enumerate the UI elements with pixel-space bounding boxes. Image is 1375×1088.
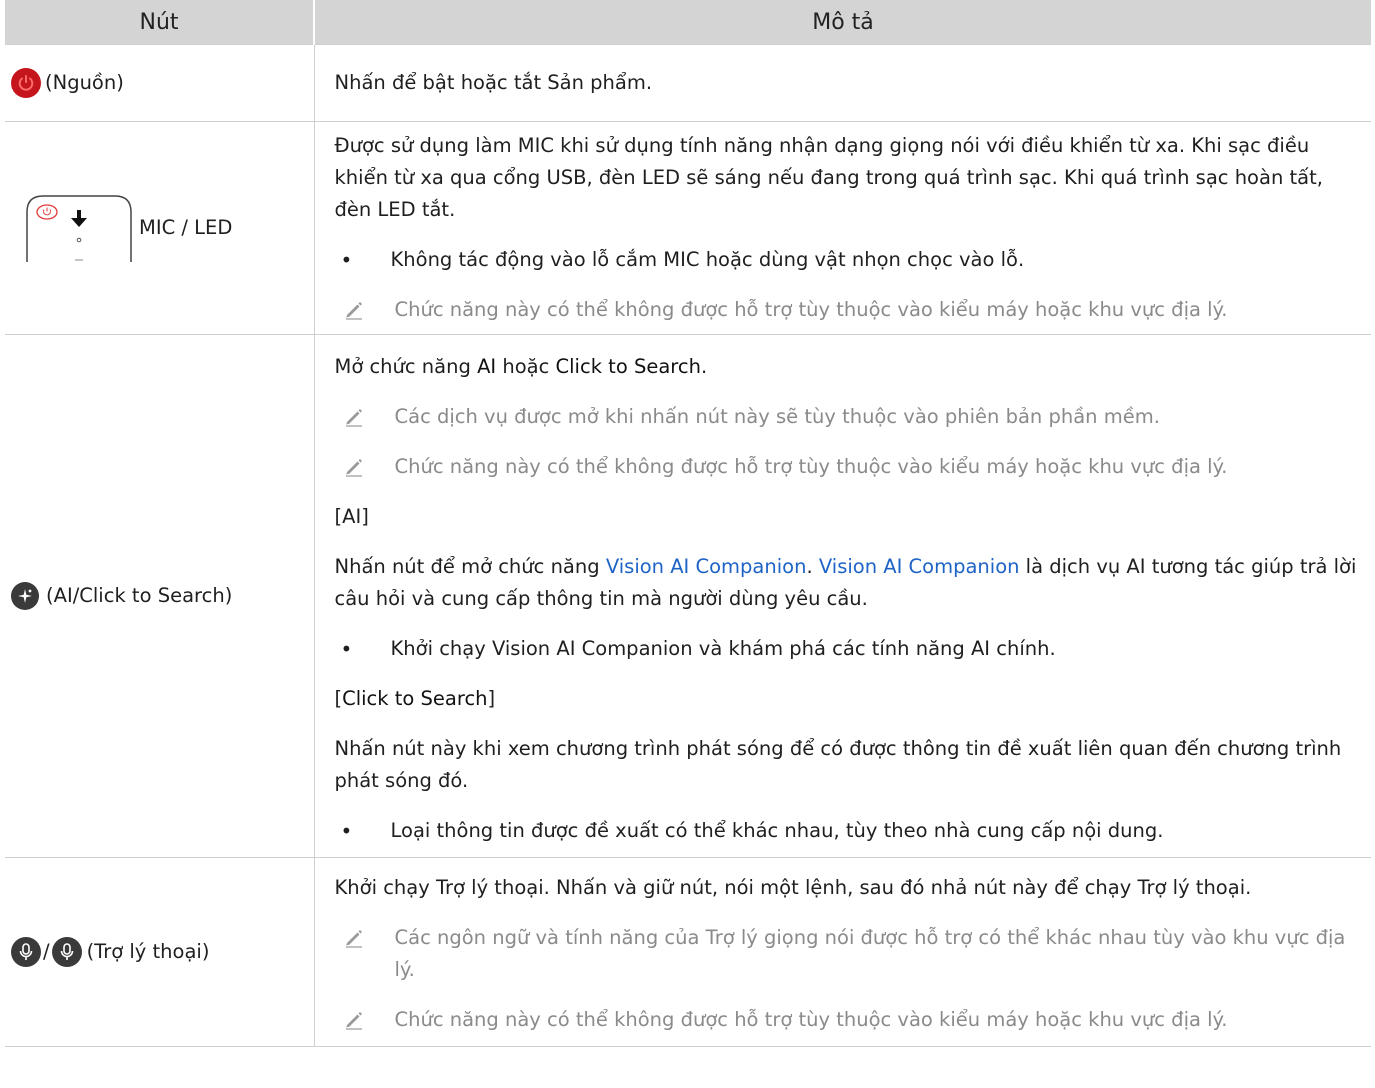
ai-section-text: Nhấn nút để mở chức năng Vision AI Compa…: [335, 551, 1358, 615]
button-cell-ai: (AI/Click to Search): [5, 334, 315, 858]
icon-separator: /: [43, 940, 50, 963]
note-text: Chức năng này có thể không được hỗ trợ t…: [394, 455, 1228, 478]
vision-ai-companion-link[interactable]: Vision AI Companion: [819, 555, 1020, 578]
bullet-text: Loại thông tin được đề xuất có thể khác …: [390, 819, 1164, 842]
note-item: Các dịch vụ được mở khi nhấn nút này sẽ …: [335, 401, 1358, 433]
button-cell-mic-led: MIC / LED: [5, 121, 315, 335]
pencil-note-icon: [335, 401, 395, 433]
button-cell-voice: / (Trợ lý thoại): [5, 857, 315, 1047]
description-cell-mic-led: Được sử dụng làm MIC khi sử dụng tính nă…: [314, 121, 1371, 335]
button-label-ai: (AI/Click to Search): [46, 584, 233, 607]
list-item: • Loại thông tin được đề xuất có thể khá…: [335, 815, 1358, 847]
note-text: Chức năng này có thể không được hỗ trợ t…: [394, 1008, 1228, 1031]
bullet-glyph: •: [340, 819, 353, 843]
note-text: Chức năng này có thể không được hỗ trợ t…: [394, 298, 1228, 321]
list-item: • Khởi chạy Vision AI Companion và khám …: [335, 633, 1358, 665]
pencil-note-icon: [335, 922, 395, 986]
table-row-ai-click-to-search: (AI/Click to Search) Mở chức năng AI hoặ…: [5, 334, 1371, 858]
click-to-search-keyword: Click to Search: [342, 687, 488, 710]
table-header-row: Nút Mô tả: [5, 0, 1371, 45]
button-label-voice: (Trợ lý thoại): [86, 940, 210, 963]
note-text: Các ngôn ngữ và tính năng của Trợ lý giọ…: [394, 926, 1346, 981]
button-label-mic-led: MIC / LED: [139, 216, 233, 239]
description-text: Nhấn để bật hoặc tắt Sản phẩm.: [334, 71, 653, 94]
ai-intro: Mở chức năng AI hoặc Click to Search.: [335, 351, 1358, 383]
note-text: Các dịch vụ được mở khi nhấn nút này sẽ …: [394, 405, 1160, 428]
bracket: [: [334, 687, 343, 710]
table-row-voice-assistant: / (Trợ lý thoại) Khởi chạy Trợ lý thoại.…: [5, 857, 1371, 1047]
note-item: Các ngôn ngữ và tính năng của Trợ lý giọ…: [335, 922, 1358, 986]
note-item: Chức năng này có thể không được hỗ trợ t…: [335, 294, 1358, 326]
click-to-search-keyword: Click to Search: [555, 355, 701, 378]
click-to-search-heading: [Click to Search]: [335, 683, 1358, 715]
ai-keyword: AI: [477, 355, 497, 378]
remote-buttons-table: Nút Mô tả (Nguồn) Nhấn để bật hoặc tắt S…: [5, 0, 1371, 1047]
table-row-power: (Nguồn) Nhấn để bật hoặc tắt Sản phẩm.: [5, 44, 1371, 122]
intro-text: .: [700, 355, 708, 378]
vision-ai-companion-link[interactable]: Vision AI Companion: [606, 555, 807, 578]
header-description-col: Mô tả: [314, 0, 1371, 45]
body-text: .: [806, 555, 819, 578]
microphone-icon: [51, 937, 82, 967]
description-cell-voice: Khởi chạy Trợ lý thoại. Nhấn và giữ nút,…: [314, 857, 1371, 1047]
intro-text: Mở chức năng: [334, 355, 478, 378]
button-label-power: (Nguồn): [45, 71, 124, 94]
description-text: Được sử dụng làm MIC khi sử dụng tính nă…: [334, 134, 1323, 221]
ai-section-heading: [AI]: [334, 505, 369, 528]
pencil-note-icon: [335, 294, 395, 326]
bracket: ]: [487, 687, 496, 710]
description-cell-power: Nhấn để bật hoặc tắt Sản phẩm.: [314, 44, 1371, 122]
bullet-glyph: •: [340, 248, 353, 272]
pencil-note-icon: [335, 1004, 395, 1036]
microphone-icon: [11, 937, 41, 967]
description-cell-ai: Mở chức năng AI hoặc Click to Search. Cá…: [314, 334, 1371, 858]
bullet-text: Không tác động vào lỗ cắm MIC hoặc dùng …: [390, 248, 1025, 271]
list-item: • Không tác động vào lỗ cắm MIC hoặc dùn…: [335, 244, 1358, 276]
click-to-search-text: Nhấn nút này khi xem chương trình phát s…: [334, 737, 1342, 792]
bullet-glyph: •: [340, 637, 353, 661]
note-item: Chức năng này có thể không được hỗ trợ t…: [335, 1004, 1358, 1036]
remote-mic-led-illustration: [25, 194, 133, 262]
ai-sparkle-icon: [11, 582, 39, 610]
note-item: Chức năng này có thể không được hỗ trợ t…: [335, 451, 1358, 483]
header-button-col: Nút: [5, 0, 315, 45]
table-row-mic-led: MIC / LED Được sử dụng làm MIC khi sử dụ…: [5, 121, 1371, 335]
button-cell-power: (Nguồn): [5, 44, 315, 122]
intro-text: hoặc: [496, 355, 556, 378]
power-icon: [11, 68, 41, 98]
description-text: Khởi chạy Trợ lý thoại. Nhấn và giữ nút,…: [334, 876, 1252, 899]
body-text: Nhấn nút để mở chức năng: [334, 555, 606, 578]
pencil-note-icon: [335, 451, 395, 483]
bullet-text: Khởi chạy Vision AI Companion và khám ph…: [390, 637, 1056, 660]
